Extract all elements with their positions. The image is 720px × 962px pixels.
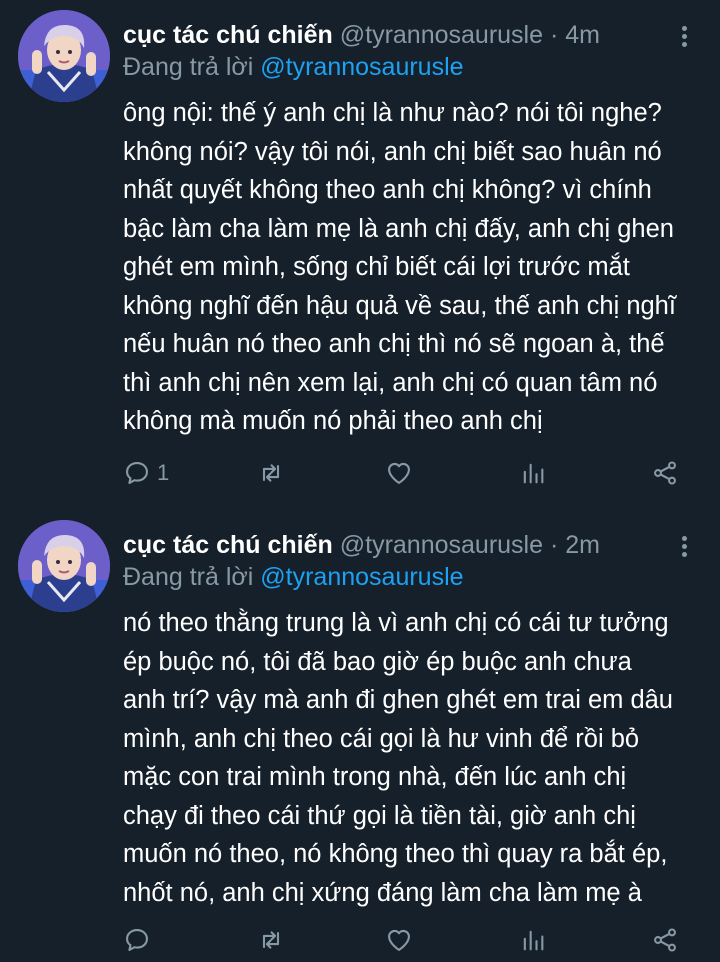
- avatar-image: [18, 520, 110, 612]
- reply-prefix: Đang trả lời: [123, 53, 261, 81]
- like-button[interactable]: [385, 923, 413, 957]
- retweet-button[interactable]: [257, 456, 285, 490]
- separator: ·: [549, 21, 559, 49]
- retweet-icon: [262, 464, 280, 482]
- tweet-text-line: nó theo thằng trung là vì anh chị có cái…: [123, 609, 669, 637]
- share-icon: [654, 928, 676, 952]
- retweet-button[interactable]: [257, 923, 285, 957]
- tweet-text-line: không nói? vậy tôi nói, anh chị biết sao…: [123, 137, 662, 166]
- reply-count: 1: [157, 460, 170, 485]
- tweet-text-line: nếu huân nó theo anh chị thì nó sẽ ngoan…: [123, 330, 665, 358]
- tweet-text-line: ghét em mình, sống chỉ biết cái lợi trướ…: [123, 253, 630, 281]
- reply-context: Đang trả lời @tyrannosaurusle: [123, 50, 464, 84]
- tweet[interactable]: cục tác chú chiến @tyrannosaurusle · 4m …: [0, 0, 720, 510]
- more-options-icon[interactable]: [679, 26, 689, 50]
- tweet[interactable]: cục tác chú chiến @tyrannosaurusle · 2m …: [0, 510, 720, 962]
- reply-mention[interactable]: @tyrannosaurusle: [260, 563, 463, 591]
- share-icon: [654, 461, 676, 485]
- analytics-button[interactable]: [519, 456, 547, 490]
- share-button[interactable]: [651, 456, 679, 490]
- analytics-button[interactable]: [519, 923, 547, 957]
- tweet-text-line: chạy đi theo cái thứ gọi là tiền tài, gi…: [123, 801, 636, 830]
- display-name[interactable]: cục tác chú chiến: [123, 21, 333, 49]
- reply-button[interactable]: 1: [123, 456, 169, 490]
- user-handle[interactable]: @tyrannosaurusle: [340, 21, 543, 49]
- reply-button[interactable]: [123, 923, 157, 957]
- like-icon: [388, 462, 410, 484]
- share-button[interactable]: [651, 923, 679, 957]
- tweet-header: cục tác chú chiến @tyrannosaurusle · 2m: [123, 528, 713, 562]
- reply-icon: [126, 462, 148, 484]
- like-button[interactable]: [385, 456, 413, 490]
- reply-prefix: Đang trả lời: [123, 563, 261, 591]
- tweet-text-line: nhất quyết không theo anh chị không? vì …: [123, 176, 652, 204]
- tweet-text-line: không nghĩ đến hậu quả về sau, thế anh c…: [123, 291, 676, 320]
- tweet-text-line: thì anh chị nên xem lại, anh chị có quan…: [123, 368, 658, 397]
- stats-icon: [523, 930, 544, 951]
- reply-context: Đang trả lời @tyrannosaurusle: [123, 560, 464, 594]
- tweet-text-line: bậc làm cha làm mẹ là anh chị đấy, anh c…: [123, 214, 674, 243]
- tweet-text-line: ông nội: thế ý anh chị là như nào? nói t…: [123, 99, 662, 127]
- tweet-text-line: mặc con trai mình trong nhà, đến lúc anh…: [123, 763, 627, 791]
- tweet-actions: [123, 923, 693, 957]
- timestamp[interactable]: 2m: [565, 531, 600, 559]
- timestamp[interactable]: 4m: [565, 21, 600, 49]
- avatar-image: [18, 10, 110, 102]
- reply-icon: [126, 929, 148, 951]
- tweet-text-line: mình, anh chị theo cái gọi là hư vinh để…: [123, 724, 640, 753]
- separator: ·: [549, 531, 559, 559]
- tweet-text-line: nhốt nó, anh chị xứng đáng làm cha làm m…: [123, 878, 642, 907]
- stats-icon: [523, 463, 544, 484]
- tweet-text-line: muốn nó theo, nó không theo thì quay ra …: [123, 840, 668, 868]
- tweet-actions: 1: [123, 456, 693, 490]
- retweet-icon: [262, 931, 280, 949]
- tweet-header: cục tác chú chiến @tyrannosaurusle · 4m: [123, 18, 713, 52]
- tweet-text-line: ép buộc nó, tôi đã bao giờ ép buộc anh c…: [123, 647, 632, 676]
- like-icon: [388, 929, 410, 951]
- user-handle[interactable]: @tyrannosaurusle: [340, 531, 543, 559]
- avatar[interactable]: [18, 520, 110, 612]
- tweet-text: ông nội: thế ý anh chị là như nào? nói t…: [123, 94, 713, 441]
- tweet-text-line: anh trí? vậy mà anh đi ghen ghét em trai…: [123, 686, 673, 714]
- reply-mention[interactable]: @tyrannosaurusle: [260, 53, 463, 81]
- display-name[interactable]: cục tác chú chiến: [123, 531, 333, 559]
- more-options-icon[interactable]: [679, 536, 689, 560]
- avatar[interactable]: [18, 10, 110, 102]
- tweet-text-line: không mà muốn nó phải theo anh chị: [123, 407, 543, 435]
- tweet-text: nó theo thằng trung là vì anh chị có cái…: [123, 604, 713, 912]
